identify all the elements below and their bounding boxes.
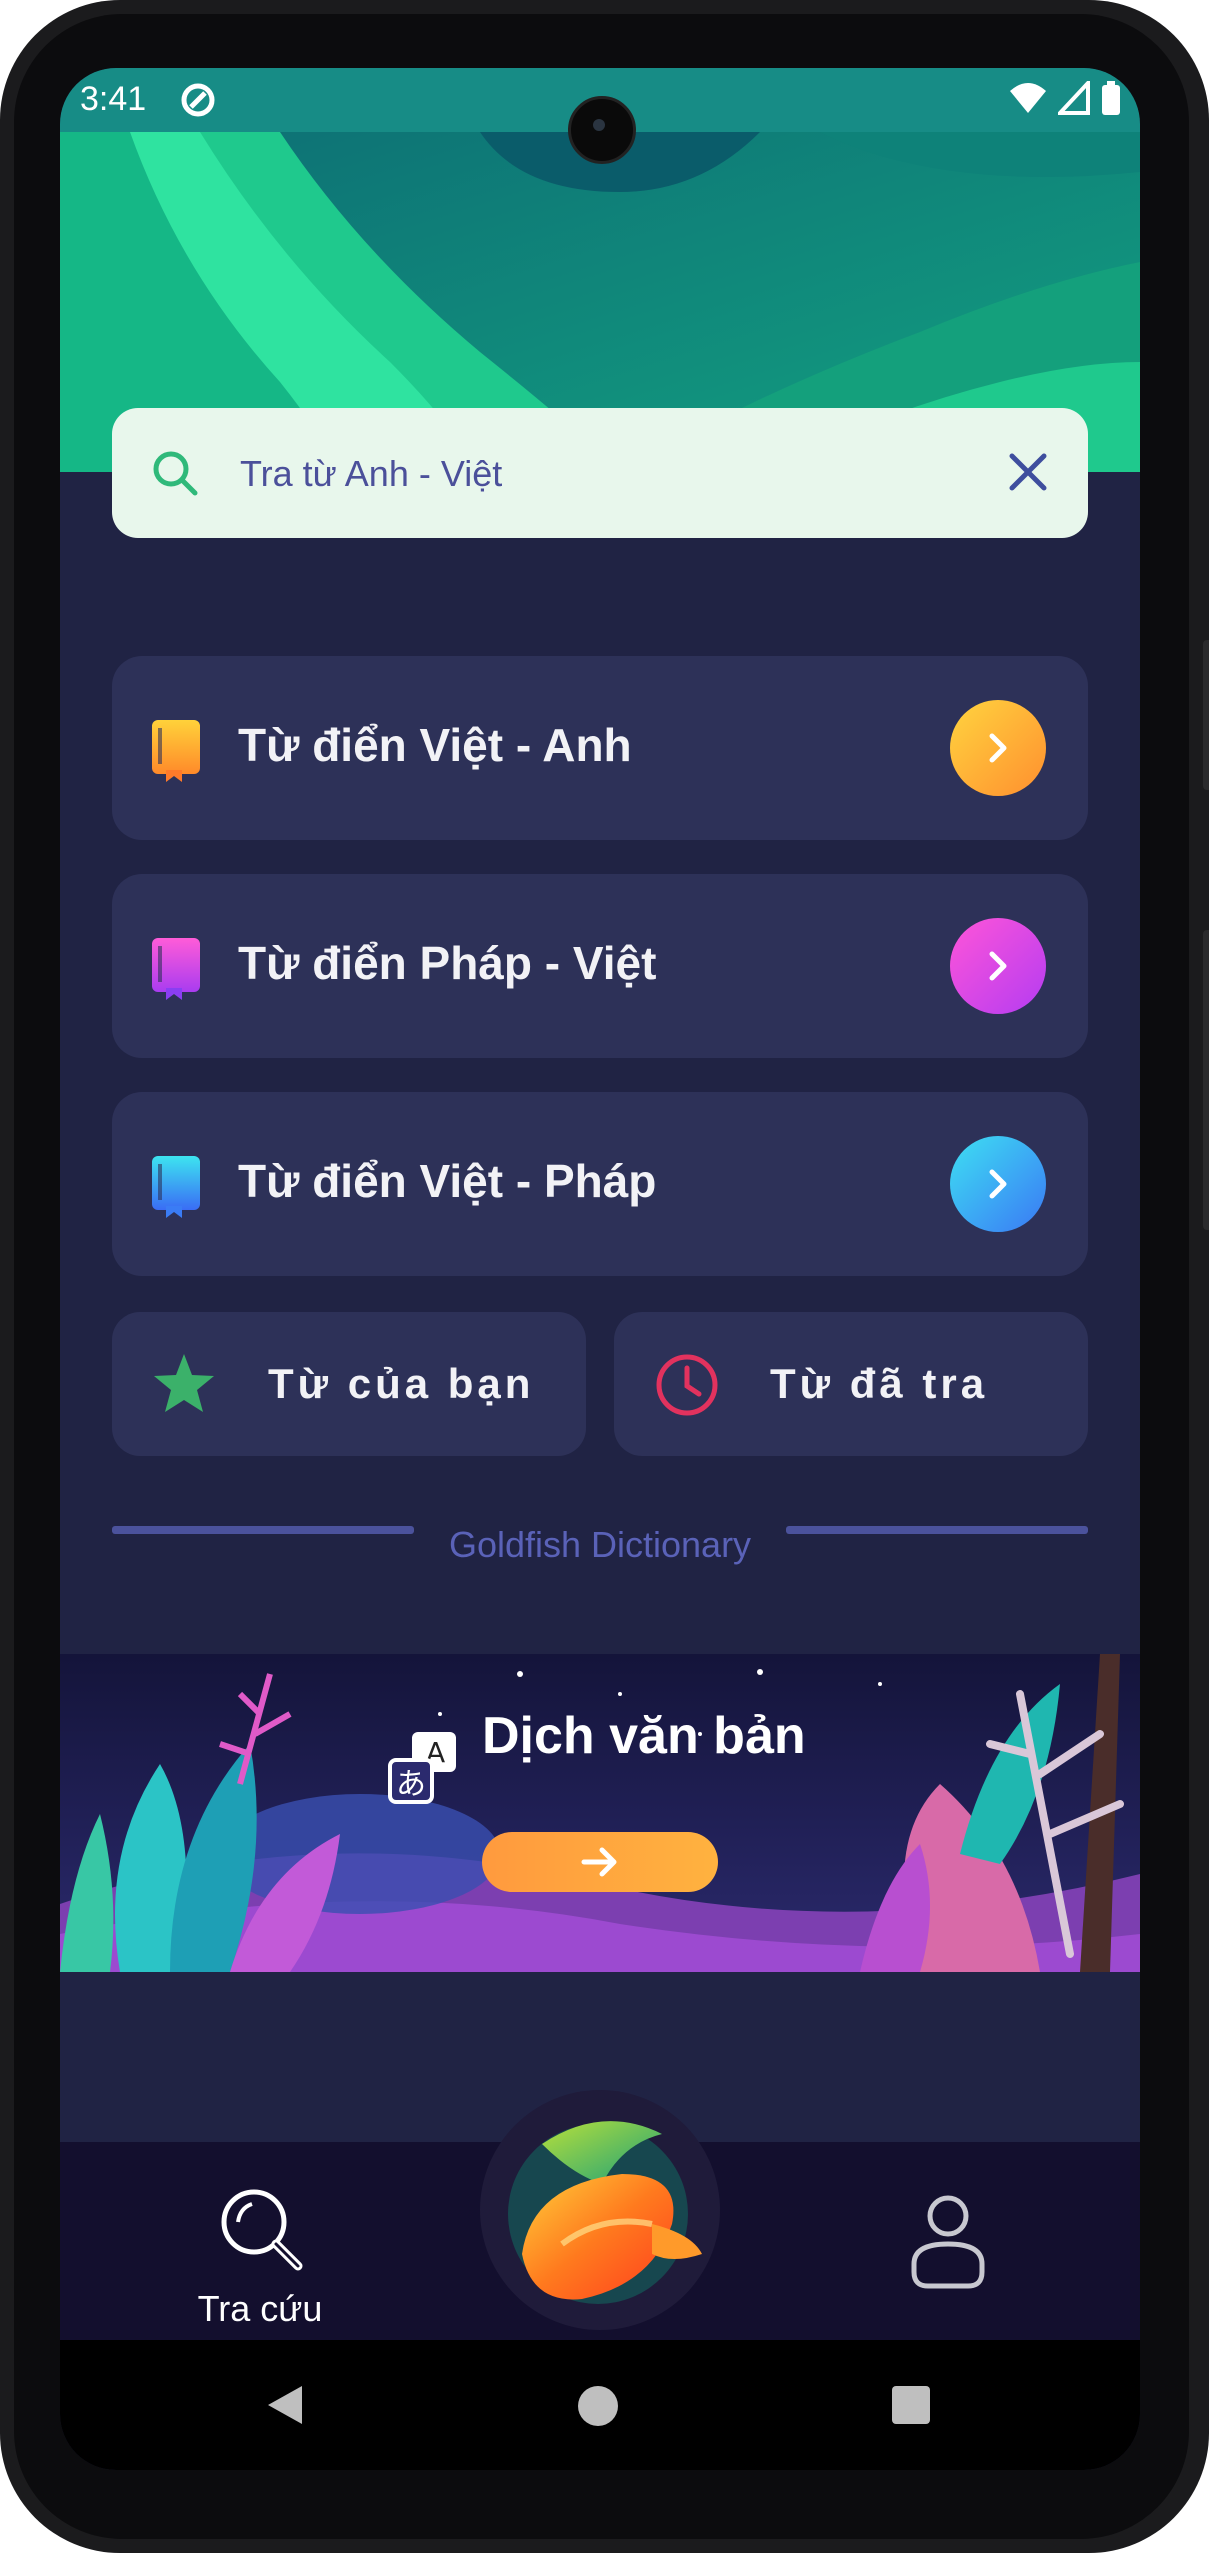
home-icon[interactable] bbox=[578, 2386, 618, 2426]
back-icon[interactable] bbox=[264, 2384, 304, 2426]
dictionary-viet-anh-card[interactable]: Từ điển Việt - Anh bbox=[112, 656, 1088, 840]
divider-line-right bbox=[786, 1526, 1088, 1534]
app-screen: 3:41 Tra từ Anh - Việt Từ điển Việt - An… bbox=[60, 68, 1140, 2470]
search-icon bbox=[221, 2189, 303, 2271]
phone-frame: 3:41 Tra từ Anh - Việt Từ điển Việt - An… bbox=[0, 0, 1209, 2553]
dictionary-viet-phap-card[interactable]: Từ điển Việt - Pháp bbox=[112, 1092, 1088, 1276]
arrow-right-icon bbox=[581, 1847, 617, 1877]
saved-words-button[interactable]: Từ của bạn bbox=[112, 1312, 586, 1456]
dictionary-label: Từ điển Pháp - Việt bbox=[238, 937, 657, 989]
wifi-icon bbox=[1010, 83, 1046, 113]
dictionary-label: Từ điển Việt - Pháp bbox=[238, 1155, 657, 1207]
translate-icon: Aあ bbox=[386, 1730, 462, 1811]
battery-icon bbox=[1102, 81, 1120, 115]
volume-button bbox=[1203, 640, 1209, 790]
history-button[interactable]: Từ đã tra bbox=[614, 1312, 1088, 1456]
chevron-right-icon[interactable] bbox=[950, 1136, 1046, 1232]
goldfish-logo-button[interactable] bbox=[480, 2090, 720, 2330]
dictionary-label: Từ điển Việt - Anh bbox=[238, 719, 632, 771]
nav-tab-lookup[interactable]: Tra cứu bbox=[180, 2186, 340, 2336]
user-icon[interactable] bbox=[908, 2194, 988, 2295]
banner-background bbox=[60, 1654, 1140, 1972]
banner-arrow-button[interactable] bbox=[482, 1832, 718, 1892]
goldfish-logo-icon bbox=[508, 2121, 702, 2304]
chevron-right-icon[interactable] bbox=[950, 700, 1046, 796]
nav-tab-lookup-label: Tra cứu bbox=[197, 2288, 323, 2329]
front-camera bbox=[568, 96, 636, 164]
clock-icon bbox=[654, 1352, 720, 1423]
recent-apps-icon[interactable] bbox=[892, 2386, 930, 2424]
banner-title: Dịch văn bản bbox=[482, 1707, 806, 1765]
chevron-right-icon[interactable] bbox=[950, 918, 1046, 1014]
book-icon bbox=[148, 936, 204, 1005]
star-icon bbox=[152, 1352, 216, 1421]
sync-icon bbox=[178, 80, 218, 125]
search-bar[interactable] bbox=[112, 408, 1088, 538]
power-button bbox=[1203, 930, 1209, 1230]
saved-words-label: Từ của bạn bbox=[268, 1360, 535, 1407]
book-icon bbox=[148, 718, 204, 787]
status-time: 3:41 bbox=[80, 80, 147, 118]
search-icon bbox=[150, 448, 200, 503]
system-navigation-bar bbox=[60, 2340, 1140, 2470]
close-icon[interactable] bbox=[1006, 450, 1050, 499]
book-icon bbox=[148, 1154, 204, 1223]
signal-icon bbox=[1058, 81, 1090, 115]
dictionary-phap-viet-card[interactable]: Từ điển Pháp - Việt bbox=[112, 874, 1088, 1058]
search-input[interactable] bbox=[238, 438, 942, 510]
svg-text:あ: あ bbox=[396, 1767, 426, 1802]
translate-banner[interactable]: Aあ Dịch văn bản bbox=[60, 1654, 1140, 1972]
status-icons bbox=[1008, 80, 1122, 116]
history-label: Từ đã tra bbox=[770, 1360, 989, 1407]
